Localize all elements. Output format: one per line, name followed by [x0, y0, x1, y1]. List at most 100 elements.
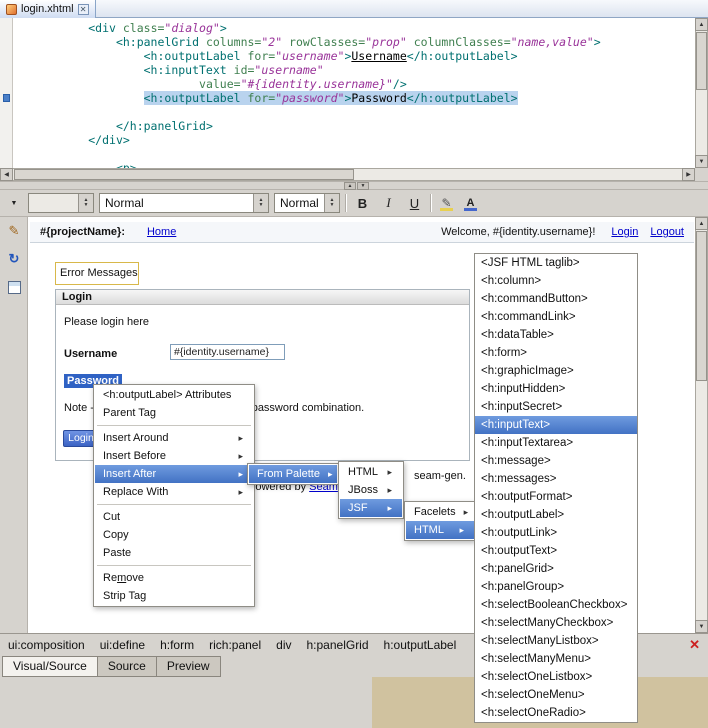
editor-splitter[interactable]: ▲ ▼	[0, 181, 708, 190]
submenu-item-from-palette[interactable]: From Palette▸	[249, 465, 337, 483]
tag-list-item-h-selectonemenu[interactable]: <h:selectOneMenu>	[475, 686, 637, 704]
tag-list-item-jsf-html-taglib[interactable]: <JSF HTML taglib>	[475, 254, 637, 272]
context-menu-item-replace-with[interactable]: Replace With▸	[95, 483, 253, 501]
underline-button[interactable]: U	[404, 193, 425, 214]
source-horizontal-scrollbar[interactable]: ◀ ▶	[0, 168, 695, 181]
source-vertical-scrollbar[interactable]: ▲ ▼	[695, 18, 708, 168]
tab-source[interactable]: Source	[97, 656, 157, 677]
code-line[interactable]	[19, 105, 695, 119]
tag-list-item-h-graphicimage[interactable]: <h:graphicImage>	[475, 362, 637, 380]
submenu-item-jsf[interactable]: JSF▸	[340, 499, 402, 517]
bold-button[interactable]: B	[352, 193, 373, 214]
scroll-up-icon[interactable]: ▲	[695, 18, 708, 31]
code-line[interactable]: value="#{identity.username}"/>	[19, 77, 695, 91]
scrollbar-thumb[interactable]	[696, 231, 707, 381]
context-menu-item-parent-tag[interactable]: Parent Tag	[95, 404, 253, 422]
submenu-item-jboss[interactable]: JBoss▸	[340, 481, 402, 499]
scrollbar-thumb[interactable]	[696, 32, 707, 90]
visual-vertical-scrollbar[interactable]: ▲ ▼	[695, 217, 708, 633]
scrollbar-thumb[interactable]	[14, 169, 354, 180]
breadcrumb-item-rich-panel[interactable]: rich:panel	[209, 638, 261, 652]
context-menu-item-strip-tag[interactable]: Strip Tag	[95, 587, 253, 605]
error-close-icon[interactable]: ✕	[689, 637, 700, 653]
code-line[interactable]: <h:panelGrid columns="2" rowClasses="pro…	[19, 35, 695, 49]
scroll-right-icon[interactable]: ▶	[682, 168, 695, 181]
code-line[interactable]: <div class="dialog">	[19, 21, 695, 35]
breadcrumb-item-ui-composition[interactable]: ui:composition	[8, 638, 85, 652]
tag-list-item-h-column[interactable]: <h:column>	[475, 272, 637, 290]
breadcrumb-item-h-outputlabel[interactable]: h:outputLabel	[384, 638, 457, 652]
context-menu-item-h-outputlabel-attributes[interactable]: <h:outputLabel> Attributes	[95, 386, 253, 404]
editor-tab-login-xhtml[interactable]: login.xhtml ✕	[0, 0, 96, 18]
tag-list-item-h-inputsecret[interactable]: <h:inputSecret>	[475, 398, 637, 416]
tag-list-item-h-selectoneradio[interactable]: <h:selectOneRadio>	[475, 704, 637, 722]
context-menu-item-paste[interactable]: Paste	[95, 544, 253, 562]
tag-list-item-h-outputtext[interactable]: <h:outputText>	[475, 542, 637, 560]
scroll-down-icon[interactable]: ▼	[695, 620, 708, 633]
tag-list-item-h-inputtext[interactable]: <h:inputText>	[475, 416, 637, 434]
tag-list-item-h-selectonelistbox[interactable]: <h:selectOneListbox>	[475, 668, 637, 686]
tab-preview[interactable]: Preview	[156, 656, 221, 677]
tag-list-item-h-selectbooleancheckbox[interactable]: <h:selectBooleanCheckbox>	[475, 596, 637, 614]
tag-list-item-h-selectmanylistbox[interactable]: <h:selectManyListbox>	[475, 632, 637, 650]
italic-button[interactable]: I	[378, 193, 399, 214]
logout-link[interactable]: Logout	[650, 226, 684, 238]
submenu-item-facelets[interactable]: Facelets▸	[406, 503, 474, 521]
font-color-icon[interactable]: A	[461, 194, 480, 213]
sash-collapse-down-icon[interactable]: ▼	[357, 182, 369, 190]
submenu-item-html[interactable]: HTML▸	[340, 463, 402, 481]
context-menu-item-cut[interactable]: Cut	[95, 508, 253, 526]
scroll-left-icon[interactable]: ◀	[0, 168, 13, 181]
breadcrumb-item-ui-define[interactable]: ui:define	[100, 638, 145, 652]
tag-list-item-h-form[interactable]: <h:form>	[475, 344, 637, 362]
scroll-down-icon[interactable]: ▼	[695, 155, 708, 168]
context-menu-item-remove[interactable]: Remove	[95, 569, 253, 587]
tag-list-item-h-message[interactable]: <h:message>	[475, 452, 637, 470]
tag-list-item-h-selectmanycheckbox[interactable]: <h:selectManyCheckbox>	[475, 614, 637, 632]
scroll-up-icon[interactable]: ▲	[695, 217, 708, 230]
tag-list-item-h-inputhidden[interactable]: <h:inputHidden>	[475, 380, 637, 398]
block-format-combo[interactable]: Normal ▲▼	[99, 193, 269, 213]
context-menu-item-copy[interactable]: Copy	[95, 526, 253, 544]
code-line[interactable]: <h:outputLabel for="username">Username</…	[19, 49, 695, 63]
tag-list-item-h-datatable[interactable]: <h:dataTable>	[475, 326, 637, 344]
tag-list-item-h-panelgrid[interactable]: <h:panelGrid>	[475, 560, 637, 578]
context-menu-item-insert-after[interactable]: Insert After▸	[95, 465, 253, 483]
tab-close-icon[interactable]: ✕	[78, 4, 89, 15]
style-class-combo[interactable]: ▲▼	[28, 193, 94, 213]
code-lines[interactable]: <div class="dialog"> <h:panelGrid column…	[13, 18, 695, 168]
tag-list-item-h-outputlabel[interactable]: <h:outputLabel>	[475, 506, 637, 524]
context-menu-item-insert-around[interactable]: Insert Around▸	[95, 429, 253, 447]
submenu-item-html[interactable]: HTML▸	[406, 521, 474, 539]
username-input[interactable]: #{identity.username}	[170, 344, 285, 360]
breadcrumb-item-div[interactable]: div	[276, 638, 291, 652]
breadcrumb-item-h-panelgrid[interactable]: h:panelGrid	[306, 638, 368, 652]
code-line[interactable]: </h:panelGrid>	[19, 119, 695, 133]
code-line[interactable]	[19, 147, 695, 161]
page-options-icon[interactable]	[5, 278, 23, 296]
code-line[interactable]: <h:outputLabel for="password">Password</…	[19, 91, 695, 105]
login-link[interactable]: Login	[611, 226, 638, 238]
toolbar-menu-icon[interactable]: ▼	[5, 194, 23, 212]
tag-list-item-h-commandlink[interactable]: <h:commandLink>	[475, 308, 637, 326]
context-menu-item-insert-before[interactable]: Insert Before▸	[95, 447, 253, 465]
refresh-icon[interactable]: ↻	[5, 250, 23, 268]
tag-list-item-h-outputlink[interactable]: <h:outputLink>	[475, 524, 637, 542]
code-line[interactable]: <p>	[19, 161, 695, 168]
code-line[interactable]: <h:inputText id="username"	[19, 63, 695, 77]
tag-list-item-h-commandbutton[interactable]: <h:commandButton>	[475, 290, 637, 308]
pencil-icon[interactable]: ✎	[5, 222, 23, 240]
error-messages-box[interactable]: Error Messages	[55, 262, 139, 285]
sash-collapse-up-icon[interactable]: ▲	[344, 182, 356, 190]
breadcrumb-item-h-form[interactable]: h:form	[160, 638, 194, 652]
tag-list-item-h-panelgroup[interactable]: <h:panelGroup>	[475, 578, 637, 596]
home-link[interactable]: Home	[147, 226, 176, 238]
font-format-combo[interactable]: Normal ▲▼	[274, 193, 340, 213]
code-line[interactable]: </div>	[19, 133, 695, 147]
tag-list-item-h-messages[interactable]: <h:messages>	[475, 470, 637, 488]
tab-visual-source[interactable]: Visual/Source	[2, 656, 98, 677]
tag-list-item-h-outputformat[interactable]: <h:outputFormat>	[475, 488, 637, 506]
tag-list-item-h-inputtextarea[interactable]: <h:inputTextarea>	[475, 434, 637, 452]
highlight-color-icon[interactable]: ✎	[437, 194, 456, 213]
tag-list-item-h-selectmanymenu[interactable]: <h:selectManyMenu>	[475, 650, 637, 668]
